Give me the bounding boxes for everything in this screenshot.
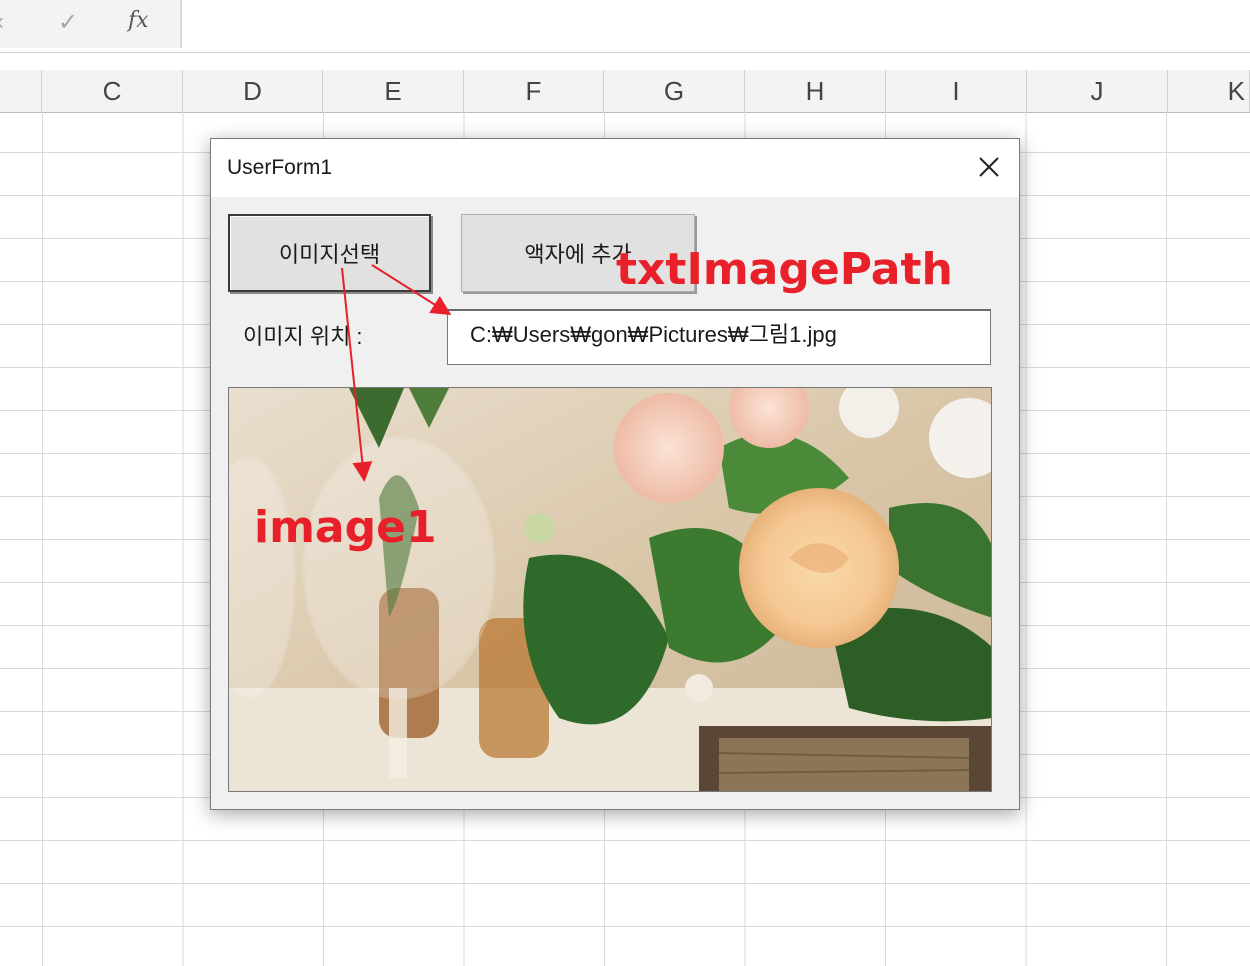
- annotation-txtimagepath: txtImagePath: [616, 244, 953, 295]
- annotation-image1: image1: [254, 502, 437, 553]
- arrow-to-image: [341, 267, 373, 482]
- arrow-to-path-textbox: [371, 264, 452, 316]
- annotation-arrows: [341, 264, 452, 482]
